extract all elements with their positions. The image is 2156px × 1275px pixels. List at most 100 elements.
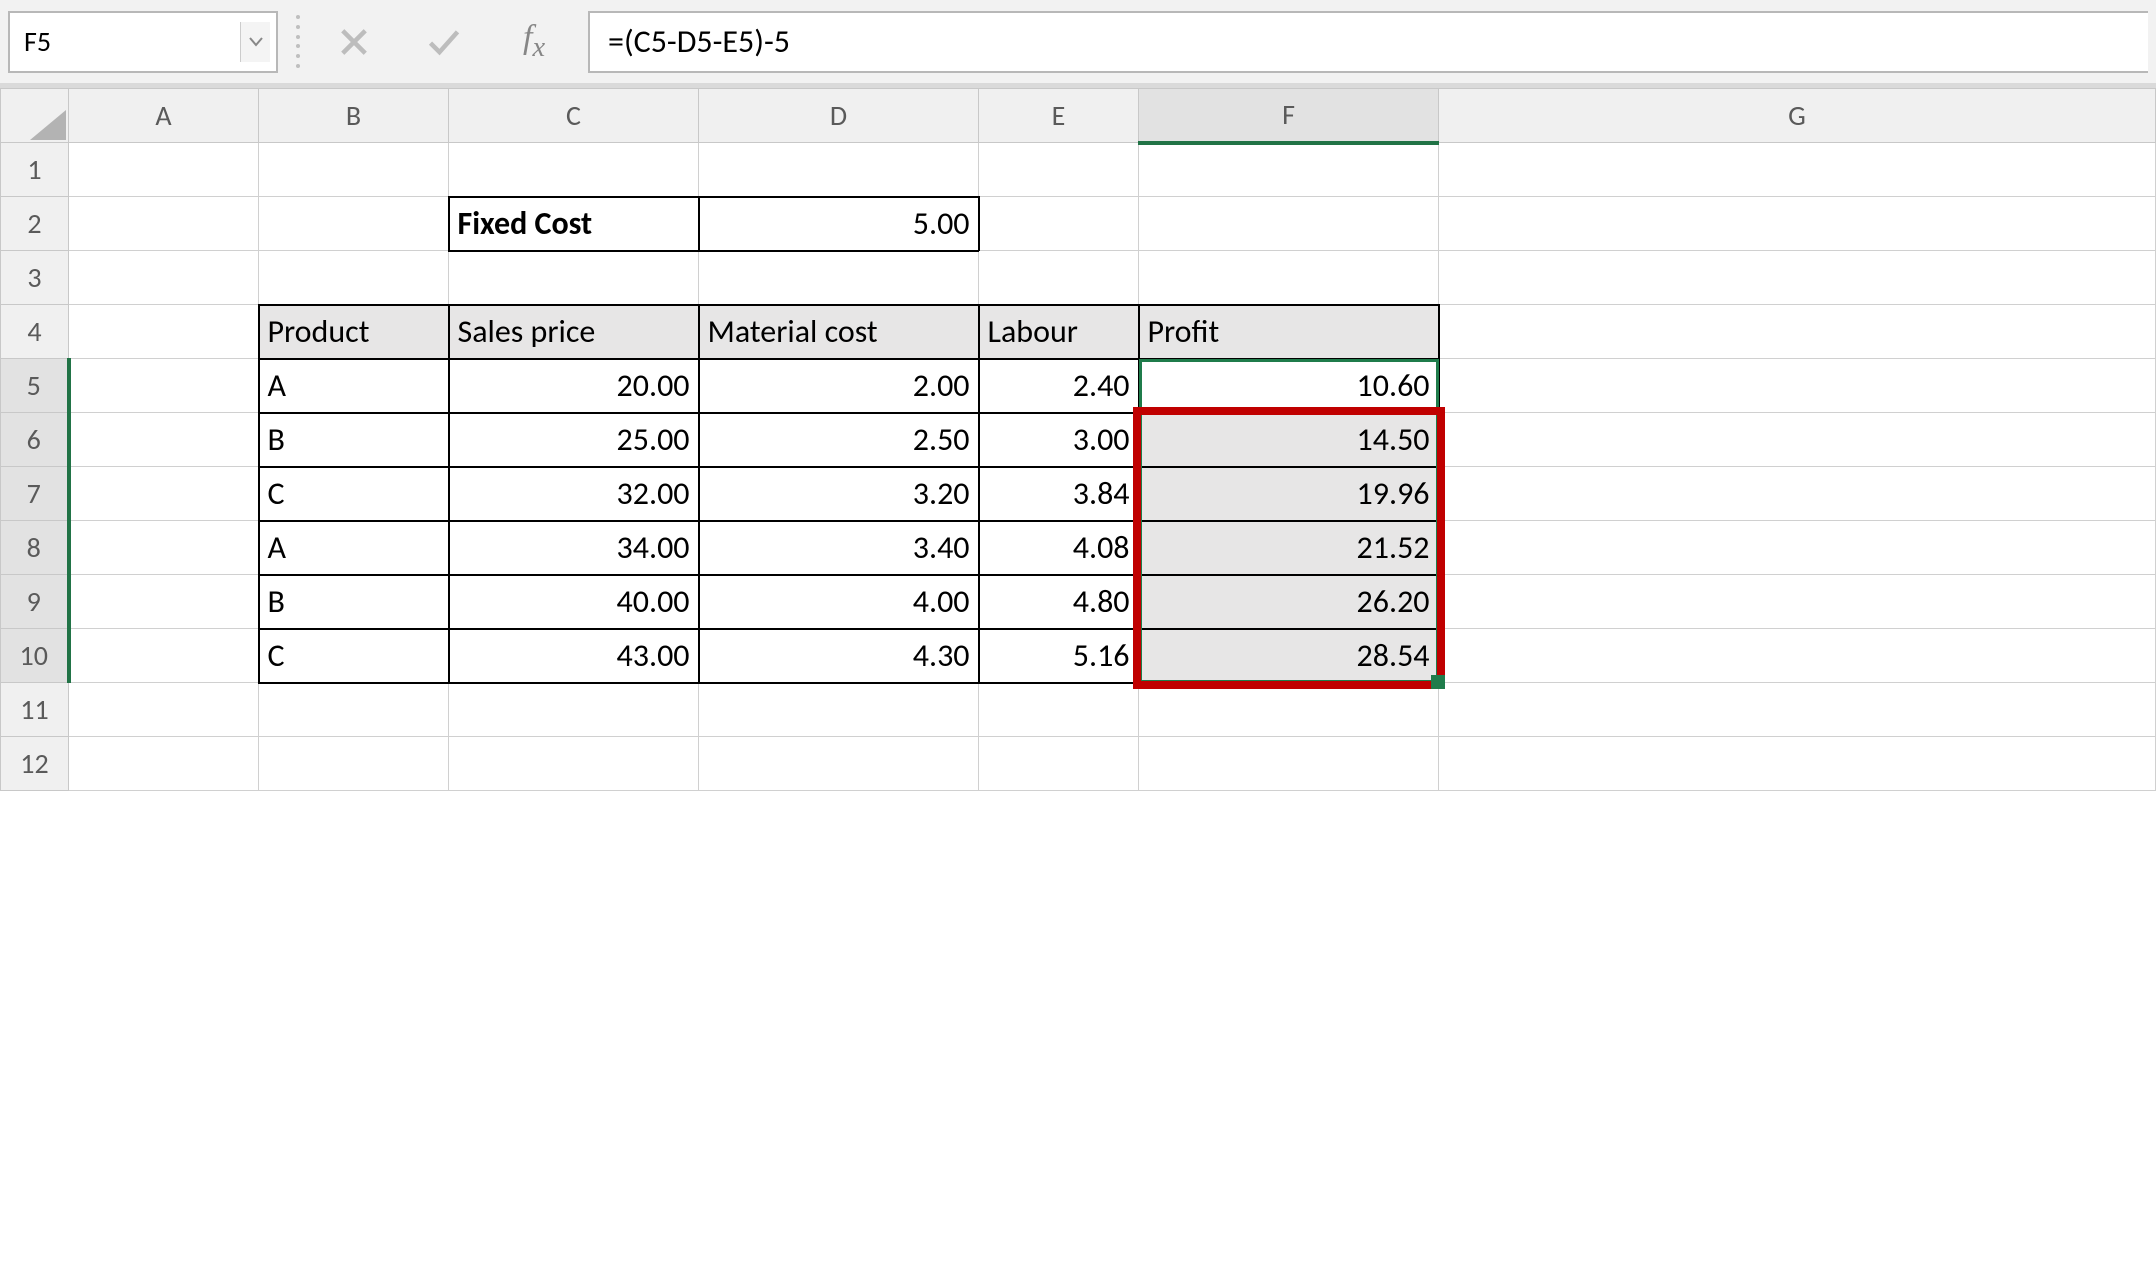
name-box-dropdown[interactable] — [240, 22, 270, 62]
cell-F5[interactable]: 10.60 — [1139, 359, 1439, 413]
col-header-G[interactable]: G — [1439, 89, 2156, 143]
cell-A2[interactable] — [69, 197, 259, 251]
cell-B6[interactable]: B — [259, 413, 449, 467]
cell-C1[interactable] — [449, 143, 699, 197]
cell-C8[interactable]: 34.00 — [449, 521, 699, 575]
cell-B11[interactable] — [259, 683, 449, 737]
row-header-3[interactable]: 3 — [1, 251, 69, 305]
cell-B2[interactable] — [259, 197, 449, 251]
cell-E8[interactable]: 4.08 — [979, 521, 1139, 575]
cell-C11[interactable] — [449, 683, 699, 737]
cell-F7[interactable]: 19.96 — [1139, 467, 1439, 521]
cell-E5[interactable]: 2.40 — [979, 359, 1139, 413]
cell-G10[interactable] — [1439, 629, 2156, 683]
enter-button[interactable] — [408, 12, 480, 72]
row-header-8[interactable]: 8 — [1, 521, 69, 575]
cell-F9[interactable]: 26.20 — [1139, 575, 1439, 629]
cell-C5[interactable]: 20.00 — [449, 359, 699, 413]
cell-A5[interactable] — [69, 359, 259, 413]
cell-B7[interactable]: C — [259, 467, 449, 521]
cell-F4[interactable]: Profit — [1139, 305, 1439, 359]
row-header-9[interactable]: 9 — [1, 575, 69, 629]
cell-B8[interactable]: A — [259, 521, 449, 575]
cell-F11[interactable] — [1139, 683, 1439, 737]
cell-F12[interactable] — [1139, 737, 1439, 791]
cell-B3[interactable] — [259, 251, 449, 305]
cell-E1[interactable] — [979, 143, 1139, 197]
col-header-C[interactable]: C — [449, 89, 699, 143]
row-header-12[interactable]: 12 — [1, 737, 69, 791]
col-header-B[interactable]: B — [259, 89, 449, 143]
cell-C7[interactable]: 32.00 — [449, 467, 699, 521]
cell-C12[interactable] — [449, 737, 699, 791]
cell-G5[interactable] — [1439, 359, 2156, 413]
cell-F8[interactable]: 21.52 — [1139, 521, 1439, 575]
cell-D7[interactable]: 3.20 — [699, 467, 979, 521]
cell-F10[interactable]: 28.54 — [1139, 629, 1439, 683]
cell-A11[interactable] — [69, 683, 259, 737]
insert-function-button[interactable]: fx — [498, 12, 570, 72]
cell-E9[interactable]: 4.80 — [979, 575, 1139, 629]
cell-D12[interactable] — [699, 737, 979, 791]
cell-G3[interactable] — [1439, 251, 2156, 305]
cell-G7[interactable] — [1439, 467, 2156, 521]
col-header-D[interactable]: D — [699, 89, 979, 143]
cell-A9[interactable] — [69, 575, 259, 629]
cell-D5[interactable]: 2.00 — [699, 359, 979, 413]
cell-G8[interactable] — [1439, 521, 2156, 575]
col-header-A[interactable]: A — [69, 89, 259, 143]
cell-G1[interactable] — [1439, 143, 2156, 197]
col-header-F[interactable]: F — [1139, 89, 1439, 143]
cell-D6[interactable]: 2.50 — [699, 413, 979, 467]
cell-D3[interactable] — [699, 251, 979, 305]
cell-C6[interactable]: 25.00 — [449, 413, 699, 467]
row-header-6[interactable]: 6 — [1, 413, 69, 467]
cell-A8[interactable] — [69, 521, 259, 575]
cell-G11[interactable] — [1439, 683, 2156, 737]
row-header-10[interactable]: 10 — [1, 629, 69, 683]
cell-D4[interactable]: Material cost — [699, 305, 979, 359]
cell-D8[interactable]: 3.40 — [699, 521, 979, 575]
cell-C9[interactable]: 40.00 — [449, 575, 699, 629]
cell-A10[interactable] — [69, 629, 259, 683]
cell-C4[interactable]: Sales price — [449, 305, 699, 359]
cell-E12[interactable] — [979, 737, 1139, 791]
row-header-5[interactable]: 5 — [1, 359, 69, 413]
cell-G2[interactable] — [1439, 197, 2156, 251]
select-all-corner[interactable] — [1, 89, 69, 143]
cell-B5[interactable]: A — [259, 359, 449, 413]
cell-A12[interactable] — [69, 737, 259, 791]
cell-C10[interactable]: 43.00 — [449, 629, 699, 683]
cell-E10[interactable]: 5.16 — [979, 629, 1139, 683]
cell-F3[interactable] — [1139, 251, 1439, 305]
cell-D2[interactable]: 5.00 — [699, 197, 979, 251]
cell-E11[interactable] — [979, 683, 1139, 737]
row-header-1[interactable]: 1 — [1, 143, 69, 197]
name-box[interactable]: F5 — [8, 11, 278, 73]
cell-A3[interactable] — [69, 251, 259, 305]
cell-E7[interactable]: 3.84 — [979, 467, 1139, 521]
cell-A4[interactable] — [69, 305, 259, 359]
cell-D11[interactable] — [699, 683, 979, 737]
cell-G4[interactable] — [1439, 305, 2156, 359]
cell-C3[interactable] — [449, 251, 699, 305]
row-header-11[interactable]: 11 — [1, 683, 69, 737]
cell-F2[interactable] — [1139, 197, 1439, 251]
cell-A7[interactable] — [69, 467, 259, 521]
cell-F6[interactable]: 14.50 — [1139, 413, 1439, 467]
cell-E4[interactable]: Labour — [979, 305, 1139, 359]
cell-G9[interactable] — [1439, 575, 2156, 629]
row-header-4[interactable]: 4 — [1, 305, 69, 359]
row-header-7[interactable]: 7 — [1, 467, 69, 521]
cell-D1[interactable] — [699, 143, 979, 197]
cell-E6[interactable]: 3.00 — [979, 413, 1139, 467]
cell-D9[interactable]: 4.00 — [699, 575, 979, 629]
cell-B1[interactable] — [259, 143, 449, 197]
cell-F1[interactable] — [1139, 143, 1439, 197]
cell-E2[interactable] — [979, 197, 1139, 251]
col-header-E[interactable]: E — [979, 89, 1139, 143]
cell-G12[interactable] — [1439, 737, 2156, 791]
cell-B12[interactable] — [259, 737, 449, 791]
cell-A6[interactable] — [69, 413, 259, 467]
cell-D10[interactable]: 4.30 — [699, 629, 979, 683]
